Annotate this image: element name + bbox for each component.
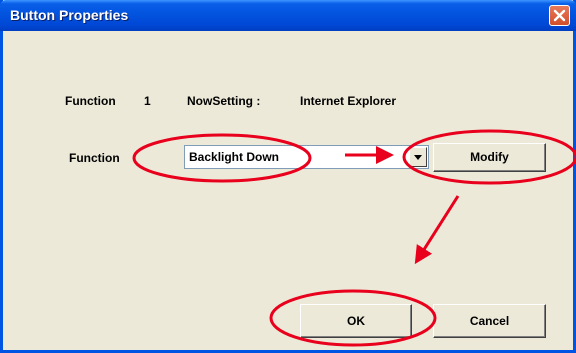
function-select-value: Backlight Down [189,150,280,164]
now-setting-value: Internet Explorer [300,94,397,108]
close-button[interactable] [549,5,570,26]
function-select-dropdown-button[interactable] [409,147,427,167]
chevron-down-icon [414,155,422,160]
function-number-value: 1 [144,94,151,108]
close-icon [553,9,566,22]
ok-button[interactable]: OK [300,304,412,338]
cancel-button[interactable]: Cancel [433,304,546,338]
function-field-label: Function [69,151,120,165]
title-bar[interactable]: Button Properties [0,0,576,31]
modify-button[interactable]: Modify [433,143,546,172]
window-title: Button Properties [10,7,129,23]
button-properties-dialog: Button Properties Function 1 NowSetting … [0,0,576,353]
function-select[interactable]: Backlight Down [184,145,429,169]
function-number-label: Function [65,94,116,108]
now-setting-label: NowSetting : [187,94,261,108]
